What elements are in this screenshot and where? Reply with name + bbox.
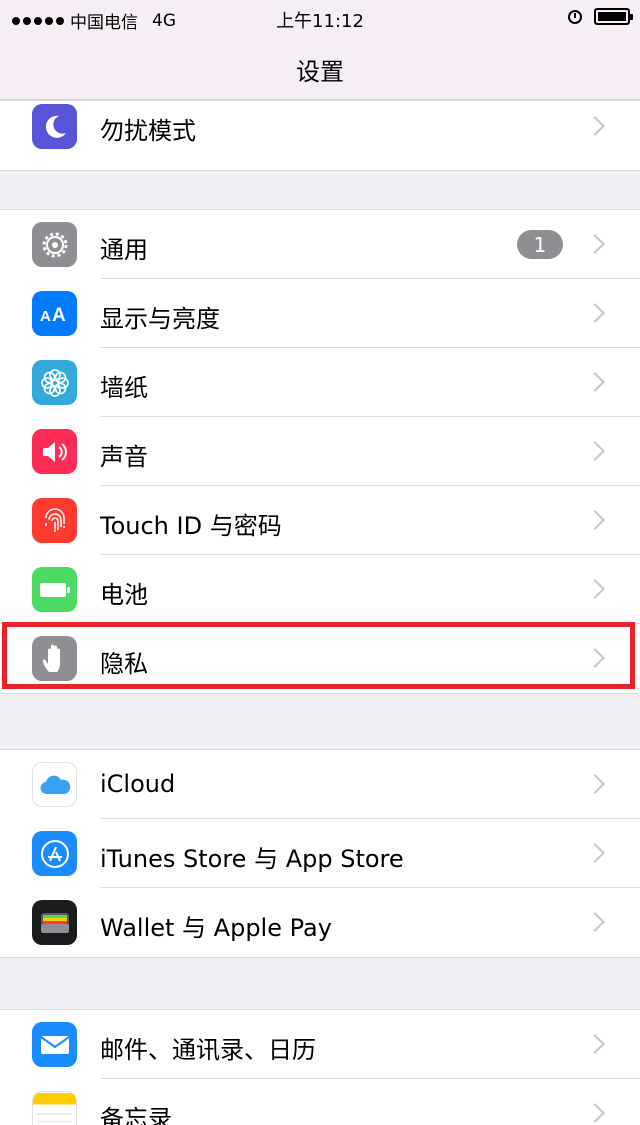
row-label: Touch ID 与密码 [100, 512, 282, 540]
row-label: iTunes Store 与 App Store [100, 845, 404, 873]
mail-icon [32, 1022, 77, 1067]
chevron-right-icon [585, 510, 605, 530]
settings-row-do-not-disturb[interactable]: 勿扰模式 [0, 101, 640, 170]
row-label: 勿扰模式 [100, 117, 196, 145]
moon-icon [32, 104, 77, 149]
settings-screen: 中国电信 4G 上午11:12 设置 勿扰模式 通用 1 A A 显示与亮度 墙… [0, 0, 640, 1125]
settings-row-wallet-apple-pay[interactable]: Wallet 与 Apple Pay [0, 888, 640, 957]
navigation-bar: 设置 [0, 36, 640, 100]
settings-row-icloud[interactable]: iCloud [0, 750, 640, 819]
chevron-right-icon [585, 372, 605, 392]
row-label: 显示与亮度 [100, 305, 220, 333]
settings-row-general[interactable]: 通用 1 [0, 210, 640, 279]
settings-row-mail-contacts-calendar[interactable]: 邮件、通讯录、日历 [0, 1010, 640, 1079]
settings-group-system: 通用 1 AA 显示与亮度 墙纸 声音 Touch ID 与密码 电池 隐私 [0, 209, 640, 694]
row-label: 备忘录 [100, 1105, 172, 1125]
battery-icon [32, 567, 77, 612]
row-label: 通用 [100, 236, 148, 264]
chevron-right-icon [585, 234, 605, 254]
settings-row-wallpaper[interactable]: 墙纸 [0, 348, 640, 417]
icloud-icon [32, 762, 77, 807]
row-label: Wallet 与 Apple Pay [100, 914, 332, 942]
chevron-right-icon [585, 1103, 605, 1123]
battery-status-icon [594, 8, 633, 25]
settings-row-touch-id-passcode[interactable]: Touch ID 与密码 [0, 486, 640, 555]
chevron-right-icon [585, 441, 605, 461]
chevron-right-icon [585, 843, 605, 863]
settings-row-display-brightness[interactable]: AA 显示与亮度 [0, 279, 640, 348]
fingerprint-icon [32, 498, 77, 543]
wallpaper-flower-icon [32, 360, 77, 405]
row-label: 隐私 [100, 650, 148, 678]
settings-row-battery[interactable]: 电池 [0, 555, 640, 624]
row-label: 邮件、通讯录、日历 [100, 1036, 316, 1064]
status-bar: 中国电信 4G 上午11:12 [0, 0, 640, 36]
hand-icon [32, 636, 77, 681]
settings-row-sounds[interactable]: 声音 [0, 417, 640, 486]
settings-group-accounts: iCloud iTunes Store 与 App Store Wallet 与… [0, 749, 640, 958]
row-label: 墙纸 [100, 374, 148, 402]
chevron-right-icon [585, 648, 605, 668]
settings-group-dnd: 勿扰模式 [0, 100, 640, 171]
alarm-icon [568, 9, 582, 24]
app-store-icon [32, 831, 77, 876]
speaker-icon [32, 429, 77, 474]
notes-icon [32, 1091, 77, 1125]
settings-row-privacy[interactable]: 隐私 [0, 624, 640, 693]
svg-text:A: A [40, 308, 51, 325]
gear-icon [32, 222, 77, 267]
chevron-right-icon [585, 579, 605, 599]
row-label: iCloud [100, 770, 176, 798]
notification-badge: 1 [517, 230, 563, 259]
chevron-right-icon [585, 912, 605, 932]
chevron-right-icon [585, 303, 605, 323]
display-aa-icon: AA [32, 291, 77, 336]
chevron-right-icon [585, 1034, 605, 1054]
row-label: 声音 [100, 443, 148, 471]
status-right [568, 8, 633, 25]
settings-group-apps: 邮件、通讯录、日历 备忘录 [0, 1009, 640, 1125]
settings-row-notes[interactable]: 备忘录 [0, 1079, 640, 1125]
settings-row-itunes-app-store[interactable]: iTunes Store 与 App Store [0, 819, 640, 888]
row-label: 电池 [100, 581, 148, 609]
wallet-icon [32, 900, 77, 945]
page-title: 设置 [296, 58, 344, 86]
svg-text:A: A [52, 305, 66, 326]
chevron-right-icon [585, 116, 605, 136]
chevron-right-icon [585, 774, 605, 794]
status-time: 上午11:12 [276, 11, 364, 32]
